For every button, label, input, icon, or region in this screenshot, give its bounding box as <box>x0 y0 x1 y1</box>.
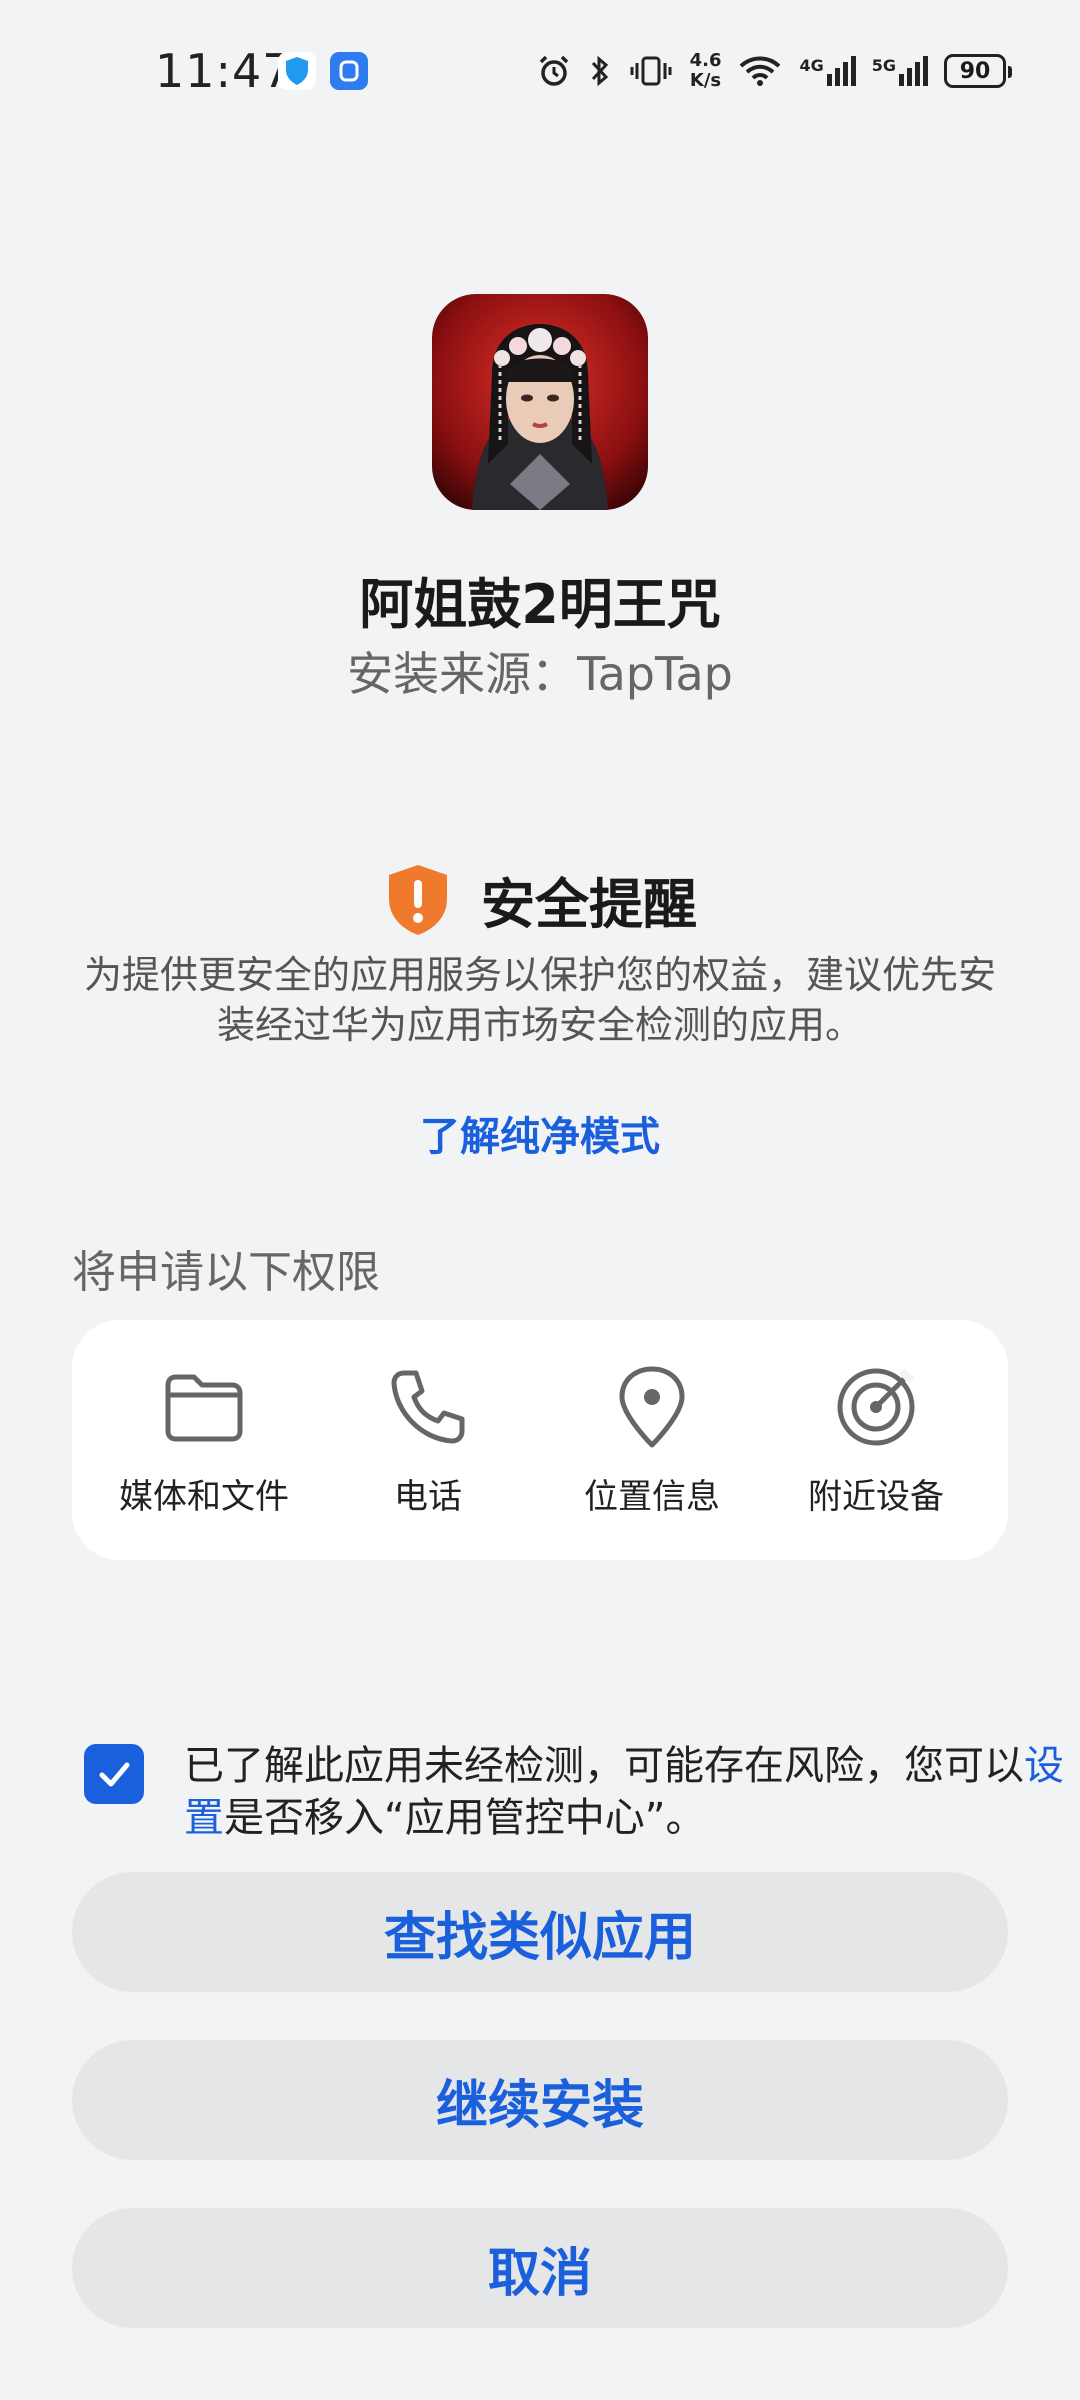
network-type-1: 4G <box>799 56 824 75</box>
cancel-button[interactable]: 取消 <box>72 2208 1008 2328</box>
consent-text: 已了解此应用未经检测，可能存在风险，您可以设置是否移入“应用管控中心”。 <box>184 1740 1064 1844</box>
network-speed: 4.6 K/s <box>690 51 722 91</box>
bluetooth-icon <box>591 55 608 87</box>
alarm-icon <box>539 55 568 86</box>
find-similar-apps-button[interactable]: 查找类似应用 <box>72 1872 1008 1992</box>
signal-5g: 5G <box>872 56 928 86</box>
app-icon <box>432 294 648 510</box>
app-notification-icon <box>330 52 368 90</box>
check-icon <box>99 1762 130 1787</box>
consent-text-before: 已了解此应用未经检测，可能存在风险，您可以 <box>184 1743 1024 1789</box>
continue-install-button[interactable]: 继续安装 <box>72 2040 1008 2160</box>
location-pin-icon <box>619 1366 685 1447</box>
warning-shield-icon <box>389 864 447 935</box>
permission-phone: 电话 <box>323 1363 533 1518</box>
security-warning-header: 安全提醒 <box>0 860 1080 939</box>
security-warning-message: 为提供更安全的应用服务以保护您的权益，建议优先安装经过华为应用市场安全检测的应用… <box>83 953 996 1047</box>
status-bar: 11:47 4.6 K/s 4G 5G 90 <box>0 0 1080 140</box>
permission-label: 电话 <box>394 1476 462 1517</box>
install-source: 安装来源：TapTap <box>347 647 733 701</box>
radar-icon <box>837 1367 915 1445</box>
permission-media-files: 媒体和文件 <box>99 1363 309 1518</box>
learn-pure-mode-link[interactable]: 了解纯净模式 <box>0 1104 1080 1162</box>
folder-icon <box>165 1374 243 1441</box>
permission-label: 媒体和文件 <box>119 1476 289 1517</box>
permission-label: 位置信息 <box>584 1476 720 1517</box>
permission-label: 附近设备 <box>808 1476 944 1517</box>
permissions-title: 将申请以下权限 <box>72 1247 380 1298</box>
permission-nearby-devices: 附近设备 <box>771 1363 981 1518</box>
consent-checkbox[interactable] <box>84 1744 144 1804</box>
speed-value: 4.6 <box>689 50 722 71</box>
security-warning-title: 安全提醒 <box>481 873 697 936</box>
status-icons: 4.6 K/s 4G 5G 90 <box>536 46 1012 96</box>
app-name: 阿姐鼓2明王咒 <box>359 573 721 636</box>
wifi-icon <box>740 56 781 86</box>
speed-unit: K/s <box>689 70 722 91</box>
permission-location: 位置信息 <box>547 1363 757 1518</box>
permissions-card: 媒体和文件 电话 位置信息 附近设备 <box>72 1320 1008 1560</box>
consent-text-after: 是否移入“应用管控中心”。 <box>224 1795 706 1841</box>
battery-indicator: 90 <box>944 54 1012 88</box>
status-time: 11:47 <box>155 44 293 98</box>
signal-4g: 4G <box>799 56 856 86</box>
network-type-2: 5G <box>871 56 896 75</box>
vibrate-icon <box>630 56 672 86</box>
phone-icon <box>391 1370 465 1443</box>
security-shield-icon <box>278 52 316 90</box>
